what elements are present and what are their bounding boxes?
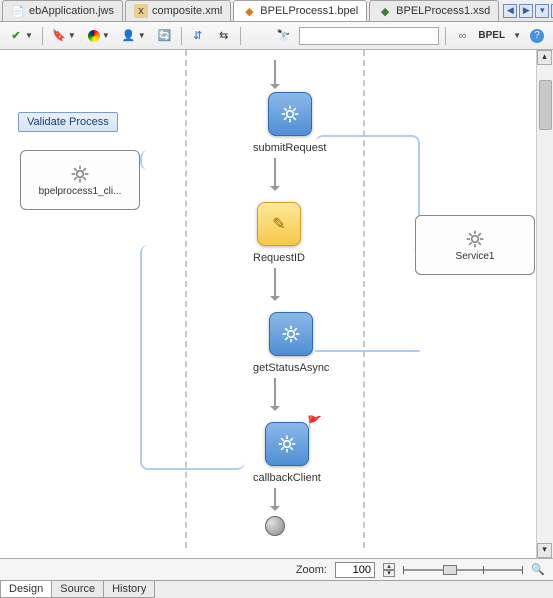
structure-button[interactable]: ⇵ (188, 27, 208, 45)
file-tabs: 📄 ebApplication.jws x composite.xml ◆ BP… (0, 0, 553, 22)
flow-icon: ⇆ (217, 29, 231, 43)
zoom-slider[interactable] (403, 563, 523, 577)
flow-arrow (274, 60, 276, 88)
scroll-down-icon[interactable]: ▾ (537, 543, 552, 558)
partner-service[interactable]: Service1 (415, 215, 535, 275)
chevron-down-icon: ▼ (102, 31, 110, 40)
tab-label: BPELProcess1.xsd (396, 5, 490, 17)
check-button[interactable]: ✔▼ (6, 27, 36, 45)
flow-arrow (274, 488, 276, 510)
bookmark-icon: 🔖 (52, 29, 66, 43)
gear-icon (277, 434, 297, 454)
refresh-button[interactable]: 🔄 (155, 27, 175, 45)
connector (140, 245, 245, 470)
end-node[interactable] (265, 516, 285, 536)
scroll-up-icon[interactable]: ▴ (537, 50, 552, 65)
user-icon: 👤 (122, 29, 136, 43)
palette-button[interactable]: ▼ (85, 28, 113, 44)
flow-button[interactable]: ⇆ (214, 27, 234, 45)
flow-arrow (274, 158, 276, 190)
node-label: RequestID (253, 252, 305, 264)
flow-arrow (274, 378, 276, 410)
node-submit-request[interactable]: submitRequest (253, 92, 326, 154)
check-icon: ✔ (9, 29, 23, 43)
help-button[interactable]: ? (527, 27, 547, 45)
node-request-id[interactable]: ✎ RequestID (253, 202, 305, 264)
node-get-status-async[interactable]: getStatusAsync (253, 312, 329, 374)
bpel-label: BPEL (478, 30, 505, 41)
tab-history[interactable]: History (103, 581, 155, 598)
tab-label: composite.xml (152, 5, 222, 17)
zoom-label: Zoom: (296, 564, 327, 576)
partner-label: Service1 (456, 251, 495, 262)
node-label: callbackClient (253, 472, 321, 484)
connector (315, 135, 420, 250)
flow-arrow (274, 268, 276, 300)
zoom-spinner[interactable]: ▴▾ (383, 563, 395, 577)
bpel-icon: ◆ (242, 4, 256, 18)
help-icon: ? (530, 29, 544, 43)
xsd-icon: ◆ (378, 4, 392, 18)
bottom-tabs: Design Source History (0, 580, 553, 598)
slider-thumb[interactable] (443, 565, 457, 575)
search-input[interactable] (299, 27, 439, 45)
validate-process-button[interactable]: Validate Process (18, 112, 118, 132)
gear-icon (280, 104, 300, 124)
tab-list-icon[interactable]: ▾ (535, 4, 549, 18)
node-label: submitRequest (253, 142, 326, 154)
zoom-input[interactable] (335, 562, 375, 578)
toolbar: ✔▼ 🔖▼ ▼ 👤▼ 🔄 ⇵ ⇆ 🔭 ∞ BPEL ▼ ? (0, 22, 553, 50)
assign-icon: ✎ (272, 214, 285, 234)
zoom-bar: Zoom: ▴▾ 🔍 (0, 558, 553, 580)
binoculars-icon: 🔭 (276, 29, 290, 43)
chevron-down-icon: ▼ (513, 31, 521, 40)
connector (315, 350, 420, 352)
flag-icon: 🚩 (307, 415, 322, 429)
scrollbar-vertical[interactable]: ▴ ▾ (536, 50, 553, 558)
palette-icon (88, 30, 100, 42)
tab-prev-icon[interactable]: ◀ (503, 4, 517, 18)
chevron-down-icon: ▼ (25, 31, 33, 40)
binoculars-button[interactable]: 🔭 (273, 27, 293, 45)
refresh-icon: 🔄 (158, 29, 172, 43)
tab-label: BPELProcess1.bpel (260, 5, 358, 17)
user-button[interactable]: 👤▼ (119, 27, 149, 45)
link-button[interactable]: ∞ (452, 27, 472, 45)
tab-bpelprocess-xsd[interactable]: ◆ BPELProcess1.xsd (369, 0, 499, 21)
bookmark-button[interactable]: 🔖▼ (49, 27, 79, 45)
spin-down-icon[interactable]: ▾ (383, 570, 395, 577)
xml-icon: x (134, 4, 148, 18)
tree-icon: ⇵ (191, 29, 205, 43)
magnify-icon[interactable]: 🔍 (531, 563, 545, 577)
tab-next-icon[interactable]: ▶ (519, 4, 533, 18)
file-icon: 📄 (11, 4, 25, 18)
tab-source[interactable]: Source (51, 581, 104, 598)
partner-client[interactable]: bpelprocess1_cli... (20, 150, 140, 210)
tab-nav: ◀ ▶ ▾ × (501, 4, 553, 18)
tab-ebapplication[interactable]: 📄 ebApplication.jws (2, 0, 123, 21)
chevron-down-icon: ▼ (68, 31, 76, 40)
tab-bpelprocess[interactable]: ◆ BPELProcess1.bpel (233, 0, 367, 21)
spin-up-icon[interactable]: ▴ (383, 563, 395, 570)
partner-label: bpelprocess1_cli... (39, 186, 122, 197)
gear-icon (70, 164, 90, 184)
tab-design[interactable]: Design (0, 581, 52, 598)
gear-icon (281, 324, 301, 344)
chevron-down-icon: ▼ (138, 31, 146, 40)
connector (140, 150, 250, 170)
node-label: getStatusAsync (253, 362, 329, 374)
gear-icon (465, 229, 485, 249)
design-canvas[interactable]: Validate Process bpelprocess1_cli... Ser… (0, 50, 553, 558)
chain-icon: ∞ (455, 29, 469, 43)
tab-composite[interactable]: x composite.xml (125, 0, 231, 21)
node-callback-client[interactable]: 🚩 callbackClient (253, 422, 321, 484)
scroll-thumb[interactable] (539, 80, 552, 130)
tab-label: ebApplication.jws (29, 5, 114, 17)
